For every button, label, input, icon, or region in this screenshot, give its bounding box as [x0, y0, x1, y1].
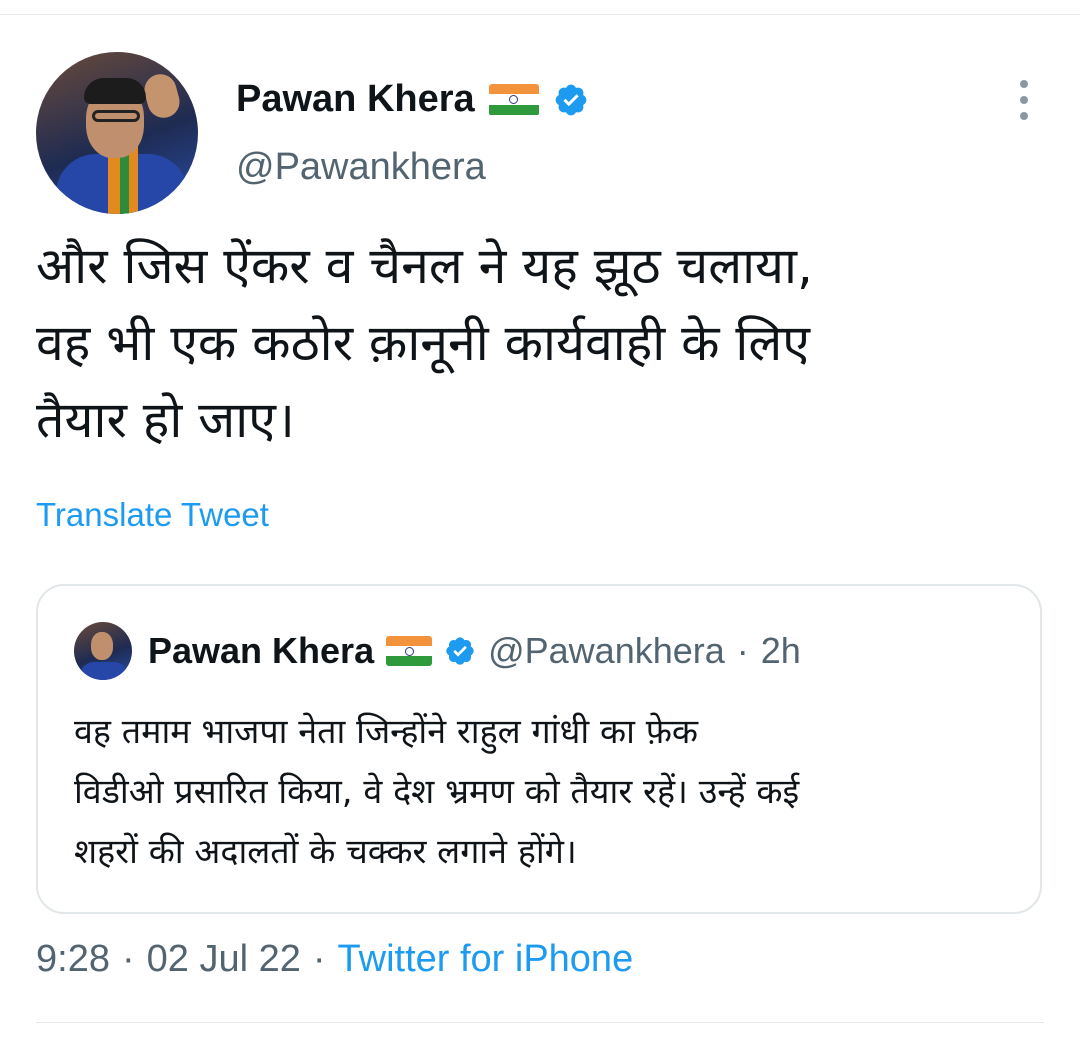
tweet-meta: 9:28 · 02 Jul 22 · Twitter for iPhone: [36, 938, 633, 981]
top-divider: [0, 14, 1080, 15]
author-name[interactable]: Pawan Khera: [236, 78, 475, 121]
more-options-icon[interactable]: [1014, 80, 1034, 120]
verified-badge-icon: [446, 637, 474, 665]
tweet-date: 02 Jul 22: [146, 938, 301, 980]
india-flag-icon: [488, 83, 539, 116]
author-avatar[interactable]: [36, 52, 198, 214]
tweet-text: और जिस ऐंकर व चैनल ने यह झूठ चलाया, वह भ…: [36, 237, 813, 449]
quoted-tweet-time: 2h: [760, 630, 801, 671]
quoted-author-handle: @Pawankhera: [488, 630, 725, 671]
verified-badge-icon: [555, 84, 587, 115]
author-handle[interactable]: @Pawankhera: [236, 146, 486, 189]
quoted-author-avatar: [74, 622, 132, 680]
separator-dot: ·: [736, 630, 749, 671]
quoted-tweet-header: Pawan Khera @Pawankhera · 2h: [148, 630, 801, 672]
india-flag-icon: [386, 636, 433, 666]
author-name-row[interactable]: Pawan Khera: [236, 78, 589, 121]
tweet-source-link[interactable]: Twitter for iPhone: [338, 938, 634, 981]
separator-dot: ·: [312, 938, 326, 980]
bottom-divider: [36, 1022, 1044, 1023]
translate-tweet-link[interactable]: Translate Tweet: [36, 496, 269, 534]
tweet-time: 9:28: [36, 938, 110, 980]
quoted-tweet-text: वह तमाम भाजपा नेता जिन्होंने राहुल गांधी…: [74, 712, 800, 872]
separator-dot: ·: [121, 938, 135, 980]
quoted-tweet-card[interactable]: Pawan Khera @Pawankhera · 2h वह तमाम भाज…: [36, 584, 1042, 914]
quoted-author-name: Pawan Khera: [148, 630, 375, 671]
